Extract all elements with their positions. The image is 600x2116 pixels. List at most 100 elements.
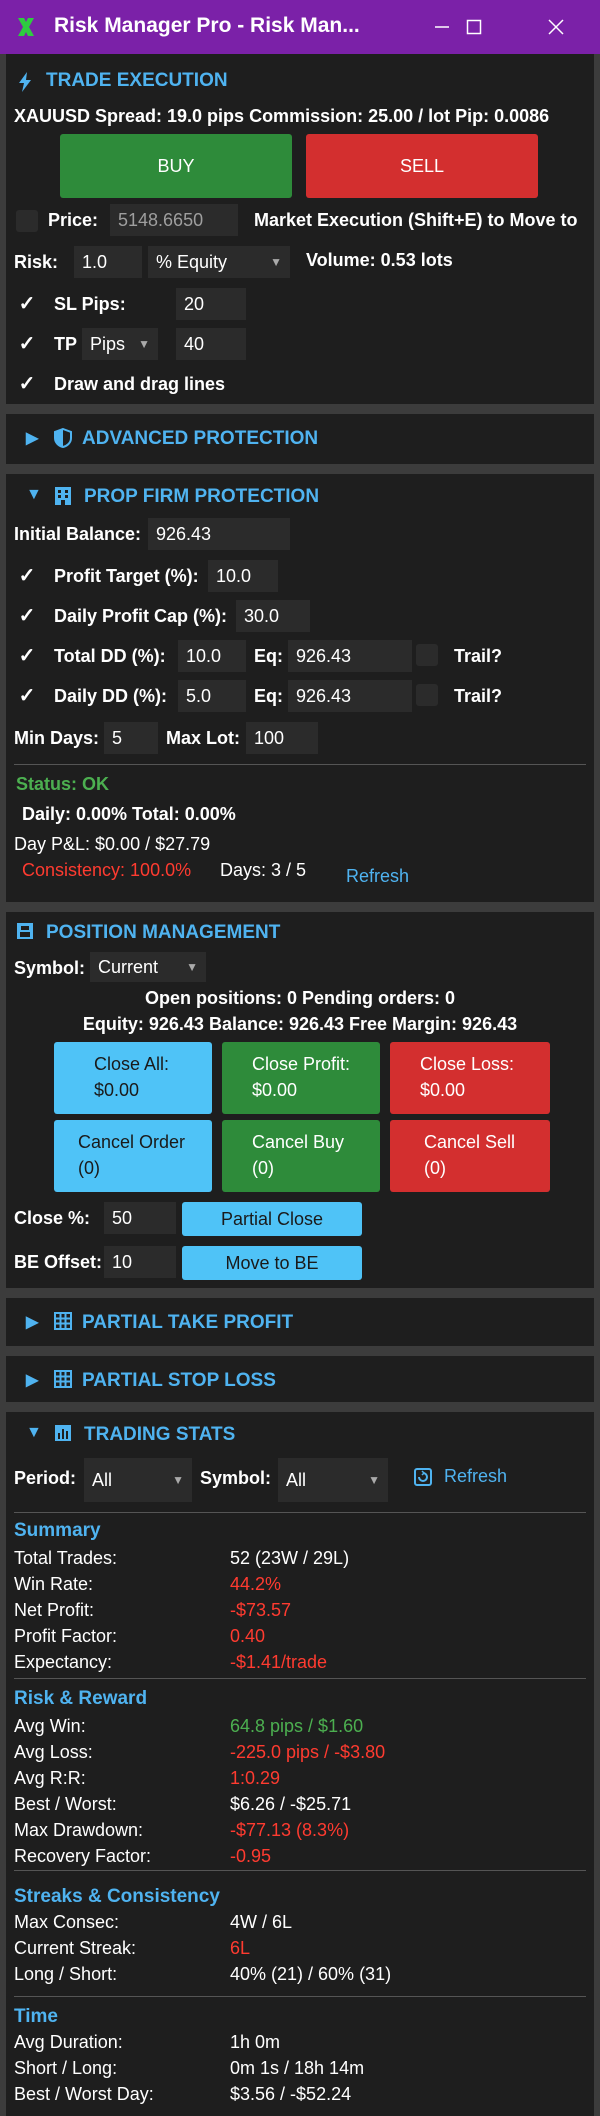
tp-mode-select[interactable]: Pips ▼	[82, 328, 158, 360]
trading-stats-toggle[interactable]: ▼ TRADING STATS	[0, 1412, 600, 1458]
daily-trail-checkbox[interactable]	[416, 684, 438, 706]
stat-label: Max Drawdown:	[14, 1820, 144, 1840]
cancel-buy-label: Cancel Buy	[252, 1132, 345, 1152]
risk-input[interactable]: 1.0	[74, 246, 142, 278]
briefcase-icon	[17, 923, 33, 939]
window-title: Risk Manager Pro - Risk Man...	[54, 14, 360, 37]
partial-close-button[interactable]: Partial Close	[182, 1202, 362, 1236]
daily-dd-checkbox[interactable]: ✓	[16, 684, 38, 707]
stat-value: 40% (21) / 60% (31)	[230, 1964, 392, 1984]
grid-icon	[54, 1312, 72, 1330]
pm-symbol-select[interactable]: Current ▼	[90, 952, 206, 982]
summary-title: Summary	[14, 1520, 101, 1541]
risk-mode-select[interactable]: % Equity ▼	[148, 246, 290, 278]
close-all-button[interactable]: Close All: $0.00	[54, 1042, 212, 1114]
stat-label: Current Streak:	[14, 1938, 137, 1958]
partial-tp-header: PARTIAL TAKE PROFIT	[82, 1312, 294, 1333]
initial-balance-input[interactable]: 926.43	[148, 518, 290, 550]
close-icon	[548, 19, 564, 35]
cancel-sell-button[interactable]: Cancel Sell (0)	[390, 1120, 550, 1192]
section-separator	[6, 902, 594, 912]
daily-cap-input[interactable]: 30.0	[236, 600, 310, 632]
max-lot-input[interactable]: 100	[246, 722, 318, 754]
stat-value: $6.26 / -$25.71	[230, 1794, 352, 1814]
buy-button[interactable]: BUY	[60, 134, 292, 198]
total-trail-checkbox[interactable]	[416, 644, 438, 666]
min-days-input[interactable]: 5	[104, 722, 158, 754]
min-days-label: Min Days:	[14, 728, 100, 748]
stat-value: $3.56 / -$52.24	[230, 2084, 352, 2104]
stat-value: 1:0.29	[230, 1768, 281, 1788]
title-bar: Risk Manager Pro - Risk Man...	[0, 0, 600, 54]
stat-label: Avg Duration:	[14, 2032, 123, 2052]
daily-dd-label: Daily DD (%):	[54, 686, 168, 706]
close-button[interactable]	[526, 0, 586, 54]
partial-sl-header: PARTIAL STOP LOSS	[82, 1370, 276, 1391]
bar-chart-icon	[55, 1425, 71, 1441]
prop-firm-header: PROP FIRM PROTECTION	[84, 486, 320, 507]
draw-lines-checkbox[interactable]: ✓	[16, 372, 38, 395]
stat-value: -0.95	[230, 1846, 272, 1866]
advanced-protection-toggle[interactable]: ▶ ADVANCED PROTECTION	[0, 414, 600, 464]
cancel-order-button[interactable]: Cancel Order (0)	[54, 1120, 212, 1192]
app-logo-icon	[18, 18, 34, 36]
initial-balance-label: Initial Balance:	[14, 524, 142, 544]
collapse-arrow-icon: ▼	[26, 1424, 42, 1441]
position-management-header: POSITION MANAGEMENT	[46, 922, 281, 943]
daily-eq-input[interactable]: 926.43	[288, 680, 412, 712]
profit-target-checkbox[interactable]: ✓	[16, 564, 38, 587]
stats-refresh-label: Refresh	[444, 1466, 508, 1486]
close-profit-value: $0.00	[252, 1080, 298, 1100]
move-to-be-button[interactable]: Move to BE	[182, 1246, 362, 1280]
partial-tp-toggle[interactable]: ▶ PARTIAL TAKE PROFIT	[0, 1298, 600, 1346]
streaks-title: Streaks & Consistency	[14, 1886, 220, 1907]
prop-firm-toggle[interactable]: ▼ PROP FIRM PROTECTION	[0, 474, 600, 520]
chevron-down-icon: ▼	[368, 1473, 380, 1487]
grid-icon	[54, 1370, 72, 1388]
maximize-button[interactable]	[444, 0, 504, 54]
stats-symbol-select[interactable]: All ▼	[278, 1458, 388, 1502]
close-pct-label: Close %:	[14, 1208, 91, 1228]
stat-value: -$77.13 (8.3%)	[230, 1820, 350, 1840]
sl-label: SL Pips:	[54, 294, 126, 314]
prop-firm-refresh-link[interactable]: Refresh	[346, 866, 409, 887]
sl-input[interactable]: 20	[176, 288, 246, 320]
divider	[14, 1678, 586, 1679]
building-icon	[55, 487, 71, 505]
section-separator	[6, 464, 594, 474]
stat-value: -$1.41/trade	[230, 1652, 328, 1672]
partial-sl-toggle[interactable]: ▶ PARTIAL STOP LOSS	[0, 1356, 600, 1402]
equity-line: Equity: 926.43 Balance: 926.43 Free Marg…	[82, 1014, 518, 1034]
profit-target-input[interactable]: 10.0	[208, 560, 278, 592]
total-dd-input[interactable]: 10.0	[178, 640, 246, 672]
tp-input[interactable]: 40	[176, 328, 246, 360]
close-all-value: $0.00	[94, 1080, 140, 1100]
divider	[14, 1996, 586, 1997]
tp-checkbox[interactable]: ✓	[16, 332, 38, 355]
days-text: Days: 3 / 5	[220, 860, 307, 880]
divider	[14, 1870, 586, 1871]
stats-refresh-button[interactable]: Refresh	[412, 1464, 522, 1492]
advanced-protection-header: ADVANCED PROTECTION	[82, 428, 319, 449]
sl-checkbox[interactable]: ✓	[16, 292, 38, 315]
close-pct-input[interactable]: 50	[104, 1202, 176, 1234]
price-checkbox[interactable]	[16, 210, 38, 232]
period-select[interactable]: All ▼	[84, 1458, 192, 1502]
be-offset-input[interactable]: 10	[104, 1246, 176, 1278]
total-dd-checkbox[interactable]: ✓	[16, 644, 38, 667]
daily-dd-input[interactable]: 5.0	[178, 680, 246, 712]
daily-cap-checkbox[interactable]: ✓	[16, 604, 38, 627]
price-input[interactable]: 5148.6650	[110, 204, 238, 236]
daily-cap-label: Daily Profit Cap (%):	[54, 606, 228, 626]
chevron-down-icon: ▼	[138, 337, 150, 351]
cancel-buy-button[interactable]: Cancel Buy (0)	[222, 1120, 380, 1192]
symbol-info-line: XAUUSD Spread: 19.0 pips Commission: 25.…	[14, 106, 550, 126]
total-eq-input[interactable]: 926.43	[288, 640, 412, 672]
close-profit-button[interactable]: Close Profit: $0.00	[222, 1042, 380, 1114]
expand-arrow-icon: ▶	[26, 1372, 39, 1389]
status-text: Status: OK	[16, 774, 110, 794]
sell-button[interactable]: SELL	[306, 134, 538, 198]
daily-eq-label: Eq:	[254, 686, 283, 706]
close-loss-button[interactable]: Close Loss: $0.00	[390, 1042, 550, 1114]
cancel-buy-value: (0)	[252, 1158, 274, 1178]
